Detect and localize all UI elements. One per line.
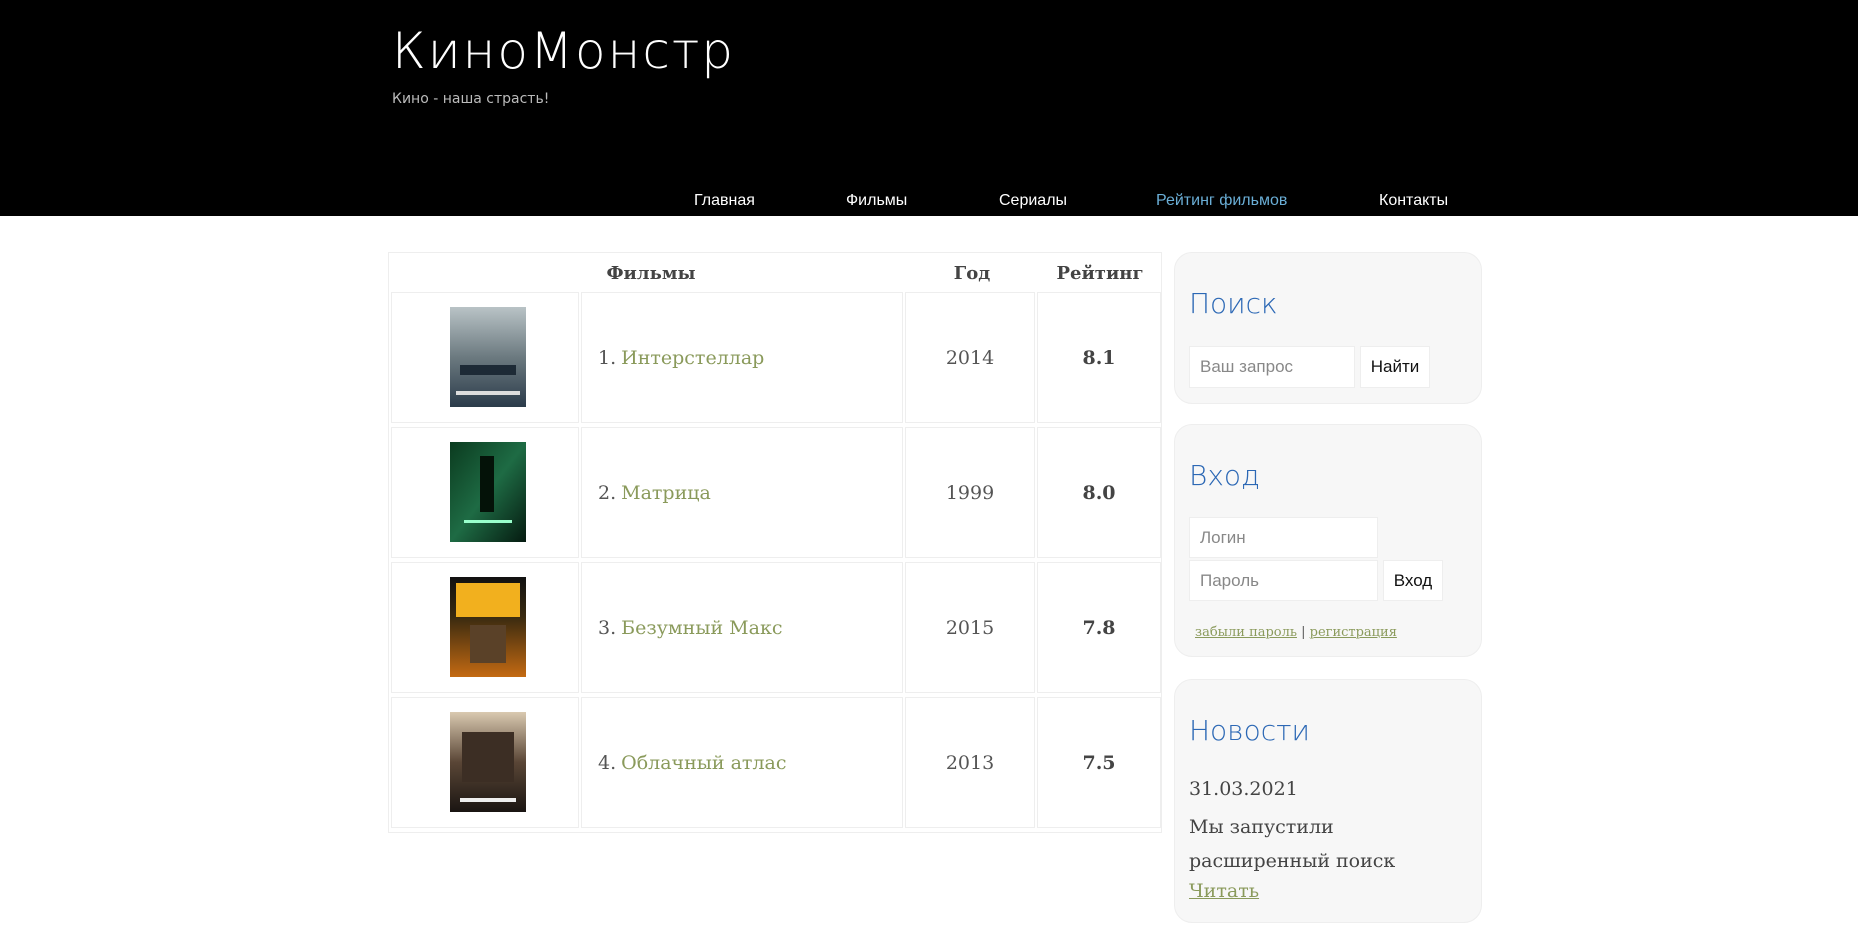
year-cell: 2015 bbox=[905, 562, 1035, 693]
film-link[interactable]: Матрица bbox=[621, 482, 711, 504]
nav-item-home[interactable]: Главная bbox=[694, 192, 755, 210]
login-links: забыли пароль | регистрация bbox=[1195, 625, 1397, 640]
rating-cell: 8.1 bbox=[1037, 292, 1161, 423]
header-year: Год bbox=[953, 263, 991, 284]
year-cell: 1999 bbox=[905, 427, 1035, 558]
login-heading: Вход bbox=[1189, 459, 1260, 492]
rating-cell: 7.8 bbox=[1037, 562, 1161, 693]
film-rank: 3. bbox=[598, 616, 617, 639]
forgot-password-link[interactable]: забыли пароль bbox=[1195, 625, 1297, 640]
poster-mad-max[interactable] bbox=[450, 577, 526, 677]
news-heading: Новости bbox=[1189, 714, 1310, 747]
poster-matrix[interactable] bbox=[450, 442, 526, 542]
search-heading: Поиск bbox=[1189, 287, 1278, 320]
film-link[interactable]: Облачный атлас bbox=[621, 752, 786, 774]
password-input[interactable]: Пароль bbox=[1189, 560, 1378, 601]
films-rating-table: Фильмы Год Рейтинг 1. Интерстеллар 2014 … bbox=[388, 252, 1162, 833]
login-input[interactable]: Логин bbox=[1189, 517, 1378, 558]
title-cell: 4. Облачный атлас bbox=[581, 697, 903, 828]
rating-cell: 7.5 bbox=[1037, 697, 1161, 828]
site-header: КиноМонстр Кино - наша страсть! Главная … bbox=[0, 0, 1858, 216]
title-cell: 1. Интерстеллар bbox=[581, 292, 903, 423]
login-button[interactable]: Вход bbox=[1383, 560, 1443, 601]
site-logo[interactable]: КиноМонстр bbox=[392, 22, 735, 80]
title-cell: 2. Матрица bbox=[581, 427, 903, 558]
poster-cell bbox=[391, 427, 579, 558]
film-link[interactable]: Интерстеллар bbox=[621, 347, 764, 369]
header-rating: Рейтинг bbox=[1056, 263, 1144, 284]
year-cell: 2013 bbox=[905, 697, 1035, 828]
search-box: Поиск Ваш запрос Найти bbox=[1174, 252, 1482, 404]
film-link[interactable]: Безумный Макс bbox=[621, 617, 782, 639]
poster-cell bbox=[391, 562, 579, 693]
poster-cloud-atlas[interactable] bbox=[450, 712, 526, 812]
nav-item-contacts[interactable]: Контакты bbox=[1379, 192, 1448, 210]
search-input[interactable]: Ваш запрос bbox=[1189, 346, 1355, 388]
nav-item-rating[interactable]: Рейтинг фильмов bbox=[1156, 192, 1287, 210]
header-films: Фильмы bbox=[606, 263, 696, 284]
film-rank: 2. bbox=[598, 481, 617, 504]
links-separator: | bbox=[1301, 625, 1306, 640]
news-read-link[interactable]: Читать bbox=[1189, 880, 1259, 902]
film-rank: 1. bbox=[598, 346, 617, 369]
login-box: Вход Логин Пароль Вход забыли пароль | р… bbox=[1174, 424, 1482, 657]
register-link[interactable]: регистрация bbox=[1310, 625, 1397, 640]
year-cell: 2014 bbox=[905, 292, 1035, 423]
poster-cell bbox=[391, 697, 579, 828]
nav-item-series[interactable]: Сериалы bbox=[999, 192, 1067, 210]
poster-cell bbox=[391, 292, 579, 423]
rating-cell: 8.0 bbox=[1037, 427, 1161, 558]
film-rank: 4. bbox=[598, 751, 617, 774]
news-box: Новости 31.03.2021 Мы запустили расширен… bbox=[1174, 679, 1482, 923]
news-text: Мы запустили расширенный поиск bbox=[1189, 816, 1396, 872]
poster-interstellar[interactable] bbox=[450, 307, 526, 407]
site-tagline: Кино - наша страсть! bbox=[392, 91, 550, 107]
search-button[interactable]: Найти bbox=[1360, 346, 1430, 388]
title-cell: 3. Безумный Макс bbox=[581, 562, 903, 693]
news-date: 31.03.2021 bbox=[1189, 778, 1298, 800]
nav-item-films[interactable]: Фильмы bbox=[846, 192, 907, 210]
